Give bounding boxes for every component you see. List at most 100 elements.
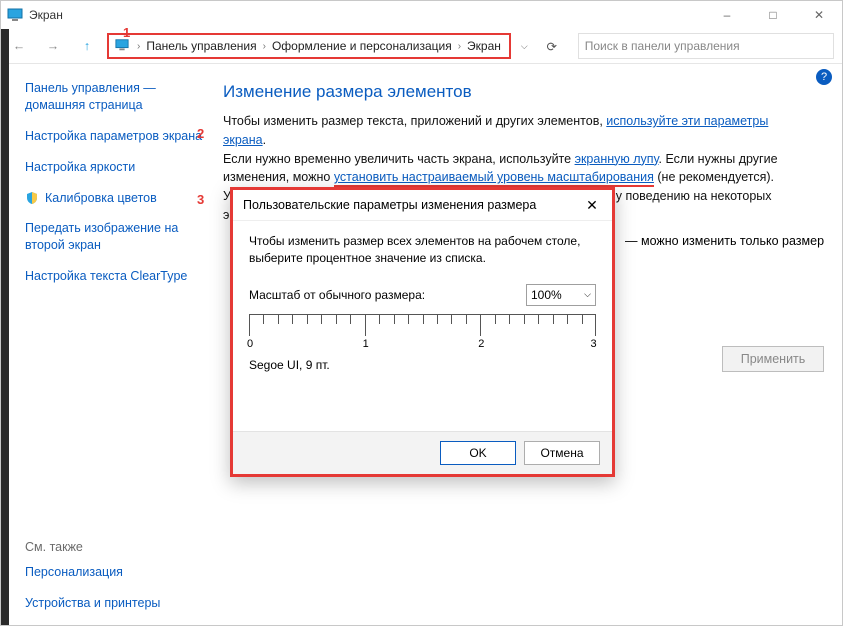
monitor-icon	[115, 38, 129, 55]
paragraph-1: Чтобы изменить размер текста, приложений…	[223, 112, 803, 150]
toolbar: ← → ↑ 1 › Панель управления › Оформление…	[1, 29, 842, 64]
chevron-down-icon: ⌵	[584, 289, 591, 300]
button-label: OK	[469, 446, 486, 460]
ruler-label: 2	[478, 338, 484, 350]
see-also-personalization[interactable]: Персонализация	[25, 564, 205, 581]
ruler-tick	[567, 314, 568, 324]
ruler-tick	[249, 314, 250, 336]
dialog-titlebar: Пользовательские параметры изменения раз…	[233, 190, 612, 221]
sidebar-see-also: См. также Персонализация Устройства и пр…	[25, 540, 205, 616]
ruler-label: 3	[591, 338, 597, 350]
side-note: — можно изменить только размер	[625, 234, 824, 248]
close-icon: ✕	[814, 8, 824, 22]
left-edge-decoration	[1, 29, 9, 625]
close-icon: ✕	[586, 197, 598, 214]
ruler-tick	[408, 314, 409, 324]
refresh-icon: ⟳	[546, 39, 556, 54]
text: (не рекомендуется).	[654, 170, 774, 184]
dialog-footer: OK Отмена	[233, 431, 612, 474]
ruler-tick	[524, 314, 525, 324]
ruler-tick	[595, 314, 596, 336]
scale-label: Масштаб от обычного размера:	[249, 288, 425, 302]
window-root: Экран – □ ✕ ← → ↑ 1 › Панель управления …	[0, 0, 843, 626]
breadcrumb[interactable]: › Панель управления › Оформление и персо…	[107, 33, 511, 59]
ruler-label: 0	[247, 338, 253, 350]
apply-button[interactable]: Применить	[722, 346, 824, 372]
shield-icon	[25, 191, 39, 205]
button-label: Отмена	[540, 446, 583, 460]
ruler-tick	[538, 314, 539, 324]
ruler-tick	[509, 314, 510, 324]
ruler-tick	[394, 314, 395, 324]
dialog-body: Чтобы изменить размер всех элементов на …	[233, 221, 612, 382]
text: Чтобы изменить размер текста, приложений…	[223, 114, 606, 128]
titlebar: Экран – □ ✕	[1, 1, 842, 29]
scale-combobox[interactable]: 100% ⌵	[526, 284, 596, 306]
page-title: Изменение размера элементов	[223, 82, 824, 102]
sidebar-link-display-settings[interactable]: Настройка параметров экрана	[25, 128, 205, 145]
ruler-tick	[365, 314, 366, 336]
ruler-tick	[553, 314, 554, 324]
font-sample: Segoe UI, 9 пт.	[249, 358, 596, 372]
ruler-tick	[451, 314, 452, 324]
sidebar-link-cleartype[interactable]: Настройка текста ClearType	[25, 268, 205, 285]
chevron-right-icon: ›	[133, 41, 144, 52]
ruler-label: 1	[363, 338, 369, 350]
ruler-tick	[307, 314, 308, 324]
text: .	[263, 133, 266, 147]
paragraph-2: Если нужно временно увеличить часть экра…	[223, 150, 803, 188]
arrow-right-icon: →	[47, 39, 60, 53]
breadcrumb-item[interactable]: Экран	[465, 39, 503, 53]
ruler-tick	[495, 314, 496, 324]
breadcrumb-dropdown[interactable]: ⌵	[521, 41, 528, 52]
scale-ruler[interactable]: 0 1 2	[249, 314, 596, 350]
search-placeholder: Поиск в панели управления	[585, 39, 740, 53]
close-button[interactable]: ✕	[796, 1, 842, 29]
ruler-tick	[437, 314, 438, 324]
see-also-heading: См. также	[25, 540, 205, 554]
maximize-icon: □	[769, 8, 776, 22]
combo-value: 100%	[531, 288, 562, 302]
cancel-button[interactable]: Отмена	[524, 441, 600, 465]
sidebar-link-project[interactable]: Передать изображение на второй экран	[25, 220, 205, 254]
dialog-close-button[interactable]: ✕	[572, 190, 612, 220]
link-custom-scale[interactable]: установить настраиваемый уровень масштаб…	[334, 170, 654, 187]
see-also-devices[interactable]: Устройства и принтеры	[25, 595, 205, 612]
breadcrumb-item[interactable]: Оформление и персонализация	[270, 39, 454, 53]
sidebar-link-color-calibration[interactable]: Калибровка цветов	[25, 190, 205, 207]
monitor-icon	[7, 7, 23, 23]
ok-button[interactable]: OK	[440, 441, 516, 465]
ruler-tick	[336, 314, 337, 324]
chevron-right-icon: ›	[259, 41, 270, 52]
ruler-tick	[582, 314, 583, 324]
search-input[interactable]: Поиск в панели управления	[578, 33, 834, 59]
arrow-up-icon: ↑	[84, 39, 90, 53]
forward-button[interactable]: →	[39, 32, 67, 60]
ruler-tick	[423, 314, 424, 324]
ruler-tick	[379, 314, 380, 324]
scale-row: Масштаб от обычного размера: 100% ⌵	[249, 284, 596, 306]
ruler-tick	[480, 314, 481, 336]
up-button[interactable]: ↑	[73, 32, 101, 60]
dialog-title: Пользовательские параметры изменения раз…	[243, 198, 536, 212]
sidebar-home-link[interactable]: Панель управления — домашняя страница	[25, 80, 205, 114]
ruler-tick	[350, 314, 351, 324]
ruler-tick	[292, 314, 293, 324]
custom-scale-dialog: Пользовательские параметры изменения раз…	[230, 187, 615, 477]
sidebar: Панель управления — домашняя страница На…	[1, 64, 217, 626]
chevron-right-icon: ›	[454, 41, 465, 52]
sidebar-item-label: Калибровка цветов	[45, 190, 157, 207]
text: Если нужно временно увеличить часть экра…	[223, 152, 575, 166]
link-magnifier[interactable]: экранную лупу	[575, 152, 659, 166]
back-button[interactable]: ←	[5, 32, 33, 60]
button-label: Применить	[741, 352, 806, 366]
refresh-button[interactable]: ⟳	[540, 34, 564, 58]
minimize-button[interactable]: –	[704, 1, 750, 29]
maximize-button[interactable]: □	[750, 1, 796, 29]
ruler-tick	[466, 314, 467, 324]
arrow-left-icon: ←	[13, 39, 26, 53]
minimize-icon: –	[724, 8, 731, 22]
sidebar-link-brightness[interactable]: Настройка яркости	[25, 159, 205, 176]
breadcrumb-item[interactable]: Панель управления	[144, 39, 258, 53]
dialog-text: Чтобы изменить размер всех элементов на …	[249, 233, 596, 268]
